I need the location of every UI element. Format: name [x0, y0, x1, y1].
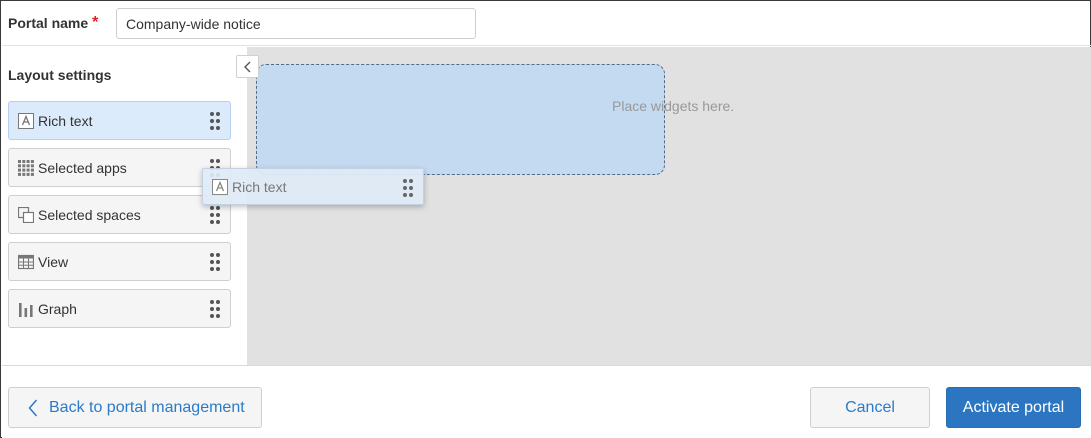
cancel-button-label: Cancel: [845, 399, 895, 416]
portal-footer: Back to portal management Cancel Activat…: [2, 365, 1091, 438]
drag-handle-icon[interactable]: [210, 112, 220, 130]
sidebar-title: Layout settings: [8, 67, 112, 83]
widget-label: Graph: [38, 301, 77, 317]
drag-handle-icon[interactable]: [210, 206, 220, 224]
activate-button-label: Activate portal: [962, 399, 1065, 416]
portal-editor: Portal name* Layout settings Rich text: [0, 0, 1091, 438]
portal-name-label-text: Portal name: [8, 15, 89, 31]
widget-item-view[interactable]: View: [8, 242, 231, 281]
portal-name-label: Portal name *: [8, 14, 99, 33]
widget-item-selected-spaces[interactable]: Selected spaces: [8, 195, 231, 234]
rich-text-icon: [18, 113, 34, 129]
widget-label: Rich text: [232, 179, 287, 195]
table-view-icon: [18, 254, 34, 270]
widget-label: View: [38, 254, 69, 270]
activate-portal-button[interactable]: Activate portal: [946, 387, 1081, 428]
back-button-label: Back to portal management: [49, 399, 245, 416]
cancel-button[interactable]: Cancel: [810, 387, 930, 428]
drop-zone[interactable]: [256, 64, 665, 175]
collapse-sidebar-button[interactable]: [236, 55, 259, 78]
drag-handle-icon[interactable]: [210, 253, 220, 271]
layout-canvas[interactable]: Place widgets here.: [247, 47, 1091, 365]
widget-item-selected-apps[interactable]: Selected apps: [8, 148, 231, 187]
chevron-left-icon: [244, 61, 251, 73]
drag-handle-icon[interactable]: [403, 179, 413, 197]
drag-handle-icon[interactable]: [210, 300, 220, 318]
chevron-left-icon: [28, 399, 38, 417]
layout-settings-sidebar: Layout settings Rich text Selected apps …: [2, 47, 247, 365]
canvas-placeholder: Place widgets here.: [612, 98, 735, 114]
dragged-widget-ghost[interactable]: Rich text: [202, 168, 424, 205]
widget-label: Rich text: [38, 113, 93, 129]
rich-text-icon: [212, 179, 228, 195]
widget-item-rich-text[interactable]: Rich text: [8, 101, 231, 140]
bar-graph-icon: [19, 303, 33, 317]
portal-name-input[interactable]: [116, 8, 476, 39]
apps-grid-icon: [18, 160, 34, 176]
widget-item-graph[interactable]: Graph: [8, 289, 231, 328]
widget-label: Selected spaces: [38, 207, 141, 223]
widget-label: Selected apps: [38, 160, 127, 176]
spaces-icon: [18, 207, 34, 223]
portal-header: Portal name *: [2, 2, 1091, 46]
back-to-portal-management-button[interactable]: Back to portal management: [8, 387, 262, 428]
required-mark: *: [92, 14, 99, 31]
